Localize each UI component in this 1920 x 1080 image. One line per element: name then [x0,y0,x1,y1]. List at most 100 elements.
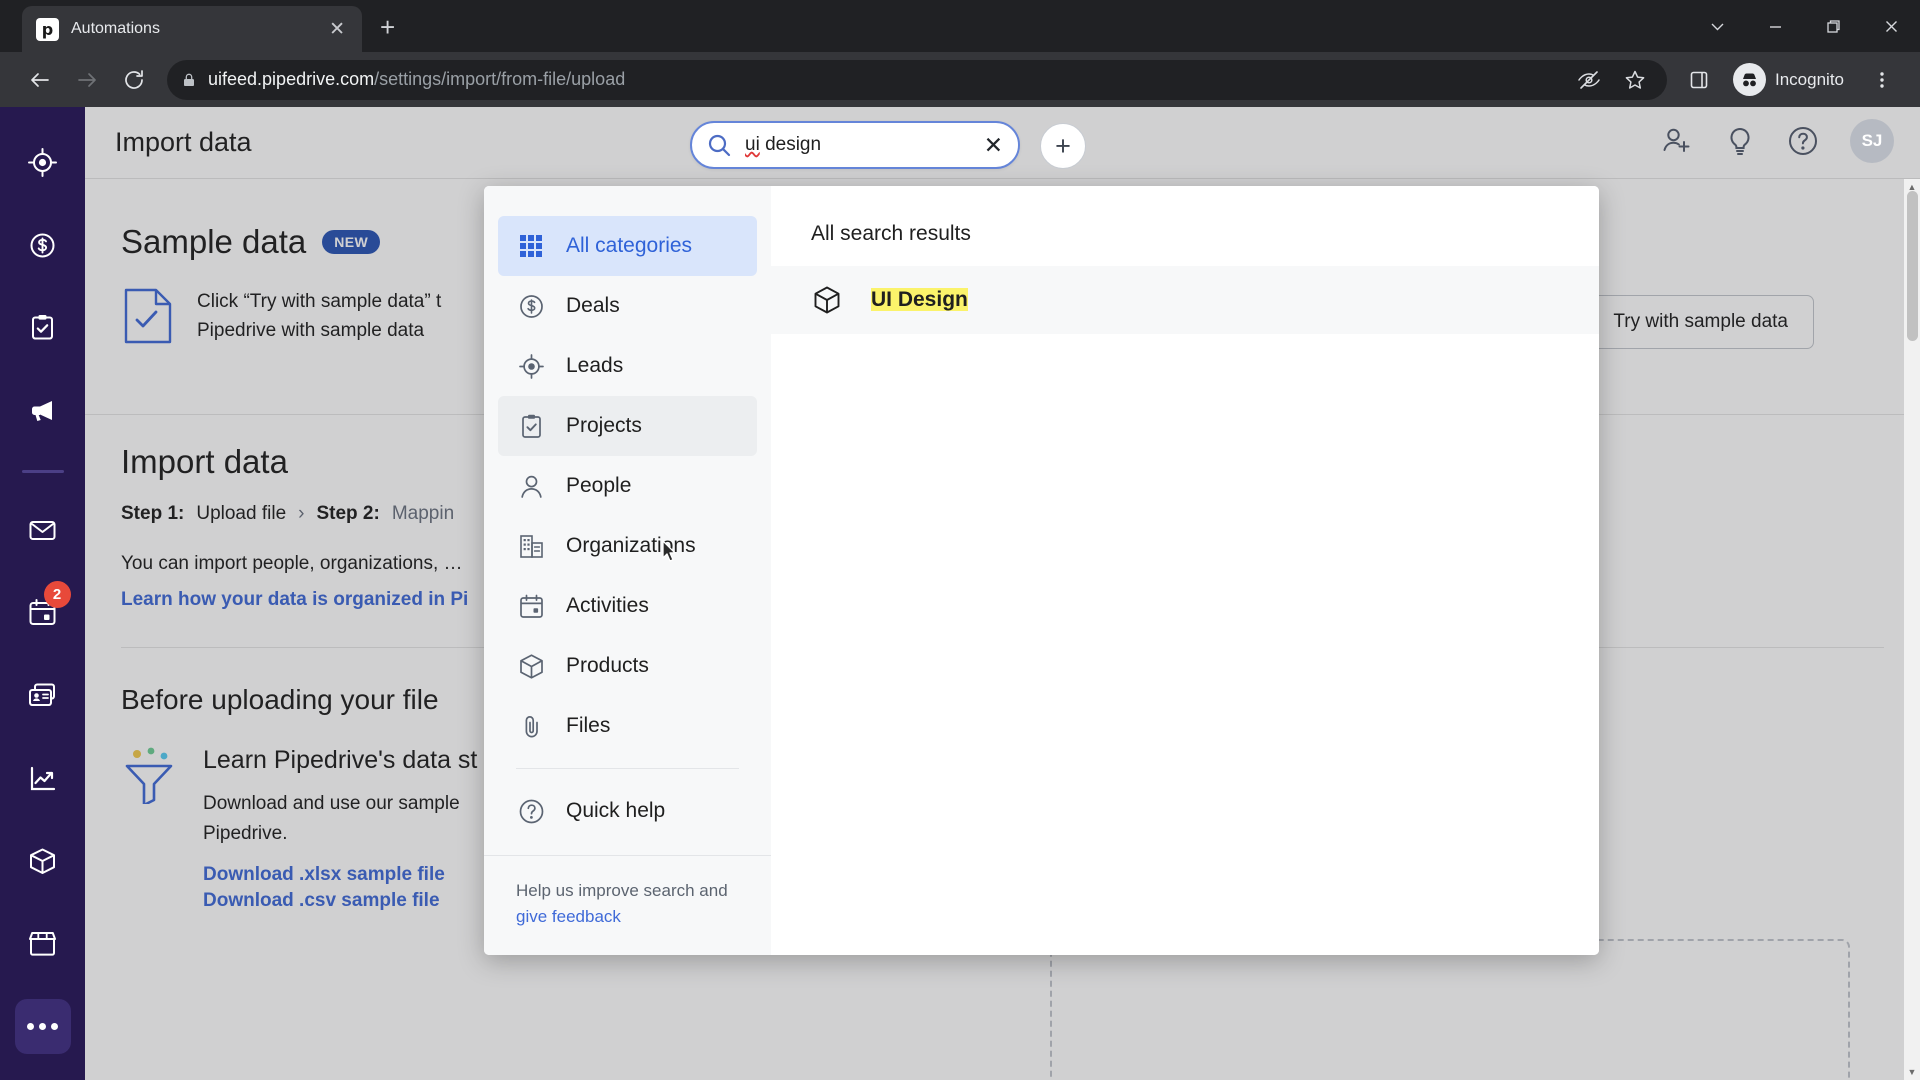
search-results-panel: All search results UI Design [771,186,1599,955]
question-circle-icon [516,797,546,826]
search-input[interactable]: ui design ✕ [690,121,1020,169]
browser-toolbar: uifeed.pipedrive.com/settings/import/fro… [0,52,1920,107]
sidebar-item-deals-category[interactable]: Deals [498,276,757,336]
sidebar-item-campaigns[interactable] [15,383,71,438]
scrollbar-thumb[interactable] [1907,191,1918,341]
search-result-highlight: UI Design [871,288,968,311]
url-host: uifeed.pipedrive.com [208,69,375,89]
address-bar-text: uifeed.pipedrive.com/settings/import/fro… [208,69,625,90]
close-icon[interactable] [1862,0,1920,52]
sidebar-item-leads[interactable] [15,135,71,190]
omnibox-actions [1577,68,1653,92]
tracking-protection-icon[interactable] [1577,68,1601,92]
forward-button[interactable] [63,56,110,103]
search-clear-icon[interactable]: ✕ [984,133,1003,157]
category-label: People [566,474,632,497]
search-results-title: All search results [811,222,971,245]
tab-close-icon[interactable]: ✕ [326,20,348,39]
paperclip-icon [516,712,546,741]
new-badge: NEW [322,230,381,254]
invite-user-icon[interactable] [1660,124,1694,158]
sidebar-item-mail[interactable] [15,503,71,558]
funnel-icon [121,746,177,912]
sidebar-item-products[interactable] [15,834,71,889]
sidebar-item-leads-category[interactable]: Leads [498,336,757,396]
category-label: Deals [566,294,620,317]
sidebar-item-files-category[interactable]: Files [498,696,757,756]
sidebar-item-products-category[interactable]: Products [498,636,757,696]
tab-title: Automations [71,20,160,37]
search-misspelled-word: ui [745,134,760,155]
browser-menu-icon[interactable] [1860,70,1904,90]
leads-target-icon [516,352,546,381]
sidebar-item-people-category[interactable]: People [498,456,757,516]
address-bar[interactable]: uifeed.pipedrive.com/settings/import/fro… [167,59,1667,100]
chevron-down-icon[interactable] [1688,0,1746,52]
side-panel-icon[interactable] [1675,56,1722,103]
sidebar-item-projects-category[interactable]: Projects [498,396,757,456]
window-controls [1688,0,1920,52]
browser-tab[interactable]: p Automations ✕ [22,6,362,52]
product-box-icon [811,284,843,316]
download-xlsx-link[interactable]: Download .xlsx sample file [203,864,477,886]
tab-strip: p Automations ✕ + [22,6,395,52]
file-dropzone[interactable] [1050,939,1850,1080]
deals-dollar-icon [516,292,546,321]
search-input-value[interactable]: ui design [745,134,971,156]
page-title: Import data [115,127,252,157]
sidebar-item-organizations-category[interactable]: Organizations [498,516,757,576]
give-feedback-link[interactable]: give feedback [516,907,621,926]
browser-titlebar: p Automations ✕ + [0,0,1920,52]
incognito-icon [1733,63,1766,96]
sidebar-item-contacts[interactable] [15,668,71,723]
sidebar-more-button[interactable] [14,999,71,1055]
avatar[interactable]: SJ [1850,119,1894,163]
search-icon [707,133,732,158]
bookmark-star-icon[interactable] [1623,68,1647,92]
add-button[interactable]: + [1040,123,1086,169]
category-label: Products [566,654,649,677]
scroll-down-icon[interactable]: ▼ [1904,1064,1920,1080]
category-label: Leads [566,354,624,377]
step1-value: Upload file [196,503,287,524]
help-icon[interactable] [1786,124,1820,158]
profile-incognito-button[interactable]: Incognito [1728,61,1860,99]
sidebar-item-quick-help[interactable]: Quick help [498,781,757,841]
projects-clipboard-icon [516,412,546,441]
grid-icon [516,233,546,259]
url-path: /settings/import/from-file/upload [374,69,626,89]
sidebar-item-activities[interactable]: 2 [15,580,71,641]
step2-value: Mappin [391,503,455,524]
step1-label: Step 1: [121,503,185,524]
sidebar-item-projects[interactable] [15,300,71,355]
person-icon [516,472,546,501]
sample-data-line1: Click “Try with sample data” t [197,291,442,312]
try-with-sample-data-button[interactable]: Try with sample data [1587,295,1814,349]
sidebar-item-marketplace[interactable] [15,917,71,972]
category-label: Files [566,714,611,737]
search-result-item[interactable]: UI Design [771,266,1599,334]
category-label: Organizations [566,534,696,557]
download-csv-link[interactable]: Download .csv sample file [203,890,477,912]
pipedrive-app: 2 Import data Sample data NEW Click “Try… [0,107,1920,1080]
learn-structure-heading: Learn Pipedrive's data st [203,746,478,774]
category-label: Projects [566,414,642,437]
sidebar-item-all-categories[interactable]: All categories [498,216,757,276]
tips-bulb-icon[interactable] [1724,125,1756,157]
sample-data-text: Click “Try with sample data” t Pipedrive… [197,287,441,346]
sidebar-item-deals[interactable] [15,218,71,273]
learn-body-line2: Pipedrive. [203,823,288,845]
quick-help-label: Quick help [566,799,666,822]
minimize-icon[interactable] [1746,0,1804,52]
new-tab-button[interactable]: + [380,12,395,43]
back-button[interactable] [16,56,63,103]
search-categories-panel: All categories Deals Leads Projects Peop… [484,186,771,955]
global-search: ui design ✕ [690,121,1020,169]
sidebar-item-insights[interactable] [15,751,71,806]
page-scrollbar[interactable]: ▲ ▼ [1904,179,1920,1080]
reload-button[interactable] [110,56,157,103]
restore-icon[interactable] [1804,0,1862,52]
learn-structure-body: Download and use our sample Pipedrive. [203,789,477,850]
sidebar-item-activities-category[interactable]: Activities [498,576,757,636]
sample-data-line2: Pipedrive with sample data [197,320,425,342]
